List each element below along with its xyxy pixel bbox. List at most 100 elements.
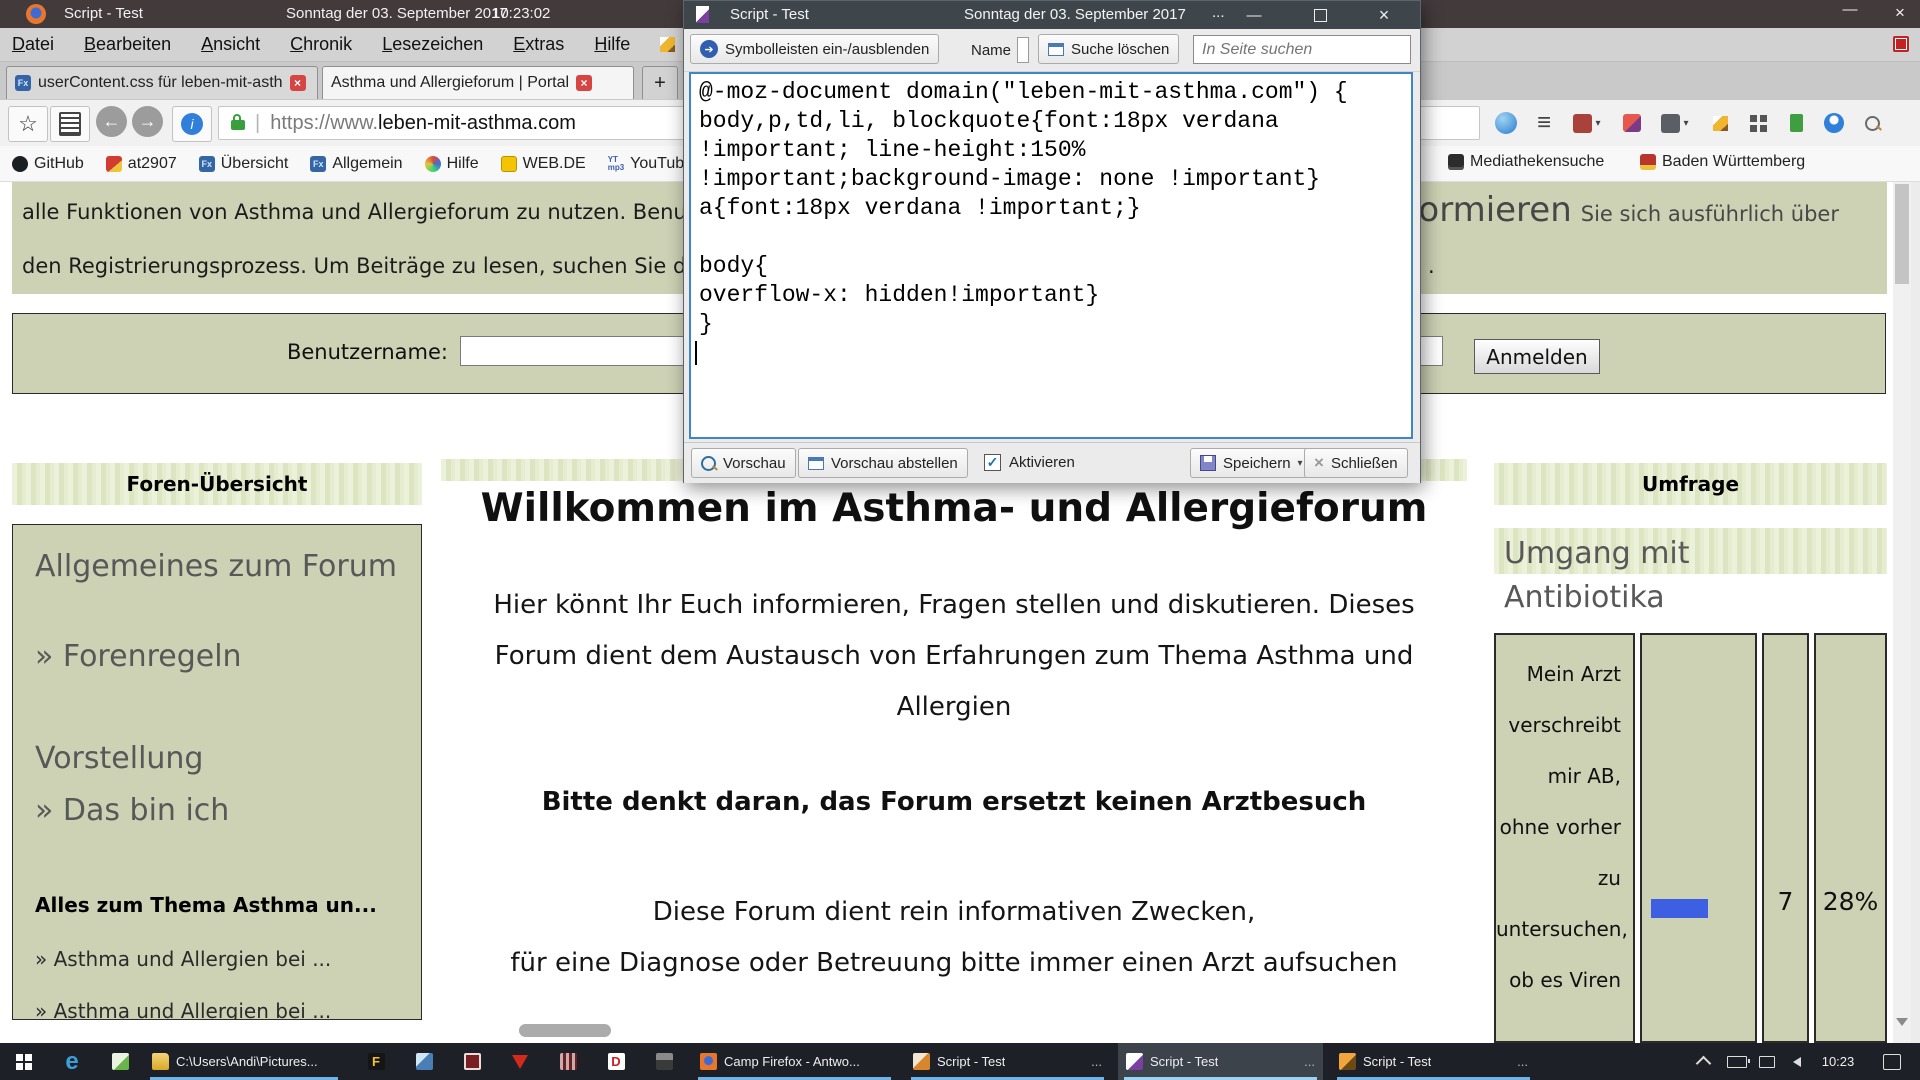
info-button[interactable]: i xyxy=(172,106,212,142)
edge-button[interactable]: e xyxy=(48,1043,96,1080)
page-scrollbar[interactable] xyxy=(1893,182,1911,1043)
noscript-icon[interactable]: ▾ xyxy=(1652,106,1698,140)
account-person-icon[interactable] xyxy=(1816,106,1852,140)
dialog-date: Sonntag der 03. September 2017 xyxy=(964,6,1186,23)
window-close-button[interactable]: × xyxy=(1884,3,1916,23)
dialog-minimize-button[interactable]: — xyxy=(1232,1,1276,29)
tab-close-icon[interactable]: × xyxy=(576,75,592,91)
d-app-icon: D xyxy=(608,1053,625,1070)
camera-app-button[interactable] xyxy=(448,1043,496,1080)
bookmark-webde[interactable]: WEB.DE xyxy=(501,155,586,173)
tab-close-icon[interactable]: × xyxy=(290,75,306,91)
menu-lesezeichen[interactable]: Lesezeichen xyxy=(382,34,483,55)
css-code-editor[interactable]: @-moz-document domain("leben-mit-asthma.… xyxy=(689,72,1413,439)
bookmark-flag-icon[interactable] xyxy=(1778,106,1814,140)
reading-list-icon[interactable] xyxy=(50,106,90,142)
tab-forum-portal[interactable]: Asthma und Allergieforum | Portal × xyxy=(322,66,634,99)
new-tab-button[interactable]: + xyxy=(642,66,678,99)
blue-app-button[interactable] xyxy=(400,1043,448,1080)
scrollbar-down-icon[interactable] xyxy=(1896,1018,1908,1026)
dialog-close-button[interactable]: × xyxy=(1362,1,1406,29)
task-script-test-active[interactable]: Script - Test ... xyxy=(1118,1043,1323,1080)
explorer-folder-button[interactable]: C:\Users\Andi\Pictures... xyxy=(144,1043,344,1080)
pencil-icon[interactable] xyxy=(660,37,675,52)
bookmark-star-icon[interactable]: ☆ xyxy=(8,106,48,142)
downloader-button[interactable] xyxy=(496,1043,544,1080)
grid-icon[interactable] xyxy=(1740,106,1776,140)
tripod-app-button[interactable] xyxy=(640,1043,688,1080)
activate-checkbox[interactable]: ✓ xyxy=(984,454,1001,471)
search-icon[interactable] xyxy=(1854,106,1890,140)
horizontal-scrollbar-thumb[interactable] xyxy=(519,1024,611,1037)
find-in-page-input[interactable] xyxy=(1193,35,1411,64)
preview-button[interactable]: Vorschau xyxy=(691,448,796,478)
tray-expand-button[interactable] xyxy=(1688,1043,1718,1080)
edit-pencil-icon[interactable] xyxy=(1702,106,1738,140)
menu-extras[interactable]: Extras xyxy=(513,34,564,55)
back-button[interactable]: ← xyxy=(96,106,127,137)
taskbar-clock[interactable]: 10:23 xyxy=(1812,1043,1864,1080)
forum-link-das-bin-ich[interactable]: » Das bin ich xyxy=(35,793,229,828)
abp-icon[interactable]: ▾ xyxy=(1564,106,1610,140)
menu-bearbeiten[interactable]: Bearbeiten xyxy=(84,34,171,55)
toggle-toolbars-button[interactable]: ➔ Symbolleisten ein-/ausblenden xyxy=(690,34,939,64)
page-scrollbar-thumb[interactable] xyxy=(1895,184,1909,284)
clear-search-button[interactable]: Suche löschen xyxy=(1038,34,1179,64)
red-arrow-icon xyxy=(512,1055,528,1069)
window-minimize-button[interactable]: — xyxy=(1830,1,1870,18)
task-script-test-1[interactable]: Script - Test ... xyxy=(905,1043,1110,1080)
bookmark-uebersicht[interactable]: FxÜbersicht xyxy=(199,155,289,173)
bookmark-hilfe[interactable]: Hilfe xyxy=(425,155,479,173)
github-icon xyxy=(12,156,28,172)
poll-votes: 7 xyxy=(1764,887,1807,916)
poll-option-text: Mein Arzt verschreibt mir AB, ohne vorhe… xyxy=(1496,649,1621,1006)
start-button[interactable] xyxy=(0,1043,48,1080)
poll-bar-cell xyxy=(1640,633,1757,1043)
dialog-maximize-button[interactable] xyxy=(1298,1,1342,29)
task-script-test-2[interactable]: Script - Test ... xyxy=(1331,1043,1536,1080)
task-camp-firefox[interactable]: Camp Firefox - Antwo... xyxy=(692,1043,897,1080)
dialog-toolbar: ➔ Symbolleisten ein-/ausblenden Name Suc… xyxy=(684,29,1420,72)
bookmark-allgemein[interactable]: FxAllgemein xyxy=(310,155,402,173)
dialog-titlebar[interactable]: Script - Test Sonntag der 03. September … xyxy=(684,1,1420,29)
intro-line2: den Registrierungsprozess. Um Beiträge z… xyxy=(22,254,763,278)
forum-link-asthma-2[interactable]: » Asthma und Allergien bei ... xyxy=(35,999,331,1020)
dialog-overflow-ellipsis[interactable]: ... xyxy=(1212,4,1225,21)
login-button[interactable]: Anmelden xyxy=(1474,339,1600,374)
save-caret-icon: ▾ xyxy=(1298,458,1303,469)
stop-preview-button[interactable]: Vorschau abstellen xyxy=(798,448,968,478)
bookmark-github[interactable]: GitHub xyxy=(12,155,84,173)
d-app-button[interactable]: D xyxy=(592,1043,640,1080)
image-viewer-button[interactable] xyxy=(96,1043,144,1080)
brush-icon[interactable] xyxy=(1614,106,1650,140)
action-center-button[interactable] xyxy=(1872,1043,1912,1080)
bookmark-label: Übersicht xyxy=(221,155,289,173)
tab-usercontent[interactable]: Fx userContent.css für leben-mit-asth × xyxy=(6,66,318,99)
forum-link-asthma-1[interactable]: » Asthma und Allergien bei ... xyxy=(35,947,331,971)
activate-checkbox-row[interactable]: ✓ Aktivieren xyxy=(984,454,1075,471)
bookmark-baden-wuerttemberg[interactable]: Baden Württemberg xyxy=(1640,153,1805,171)
poll-header: Umfrage xyxy=(1494,463,1887,505)
battery-status[interactable] xyxy=(1722,1043,1752,1080)
network-status[interactable] xyxy=(1752,1043,1782,1080)
menu-chronik[interactable]: Chronik xyxy=(290,34,352,55)
hamburger-menu-icon[interactable]: ≡ xyxy=(1526,106,1562,140)
bookmark-mediathekensuche[interactable]: Mediathekensuche xyxy=(1448,153,1604,171)
bookmark-at2907[interactable]: at2907 xyxy=(106,155,177,173)
https-lock-icon[interactable] xyxy=(231,120,245,130)
close-label: Schließen xyxy=(1331,455,1398,472)
menu-ansicht[interactable]: Ansicht xyxy=(201,34,260,55)
dialog-footer: Vorschau Vorschau abstellen ✓ Aktivieren… xyxy=(684,442,1420,483)
save-button[interactable]: Speichern ▾ xyxy=(1190,448,1313,478)
volume-status[interactable] xyxy=(1782,1043,1812,1080)
media-app-button[interactable] xyxy=(544,1043,592,1080)
close-dialog-button[interactable]: × Schließen xyxy=(1304,448,1408,478)
menu-datei[interactable]: Datei xyxy=(12,34,54,55)
globe-icon[interactable] xyxy=(1488,106,1524,140)
forum-nav-box: Allgemeines zum Forum » Forenregeln Vors… xyxy=(12,524,422,1020)
menu-hilfe[interactable]: Hilfe xyxy=(594,34,630,55)
f-app-button[interactable]: F xyxy=(352,1043,400,1080)
menu-grid-icon[interactable] xyxy=(1893,36,1909,52)
forum-link-forenregeln[interactable]: » Forenregeln xyxy=(35,639,242,674)
forward-button[interactable]: → xyxy=(132,106,163,137)
